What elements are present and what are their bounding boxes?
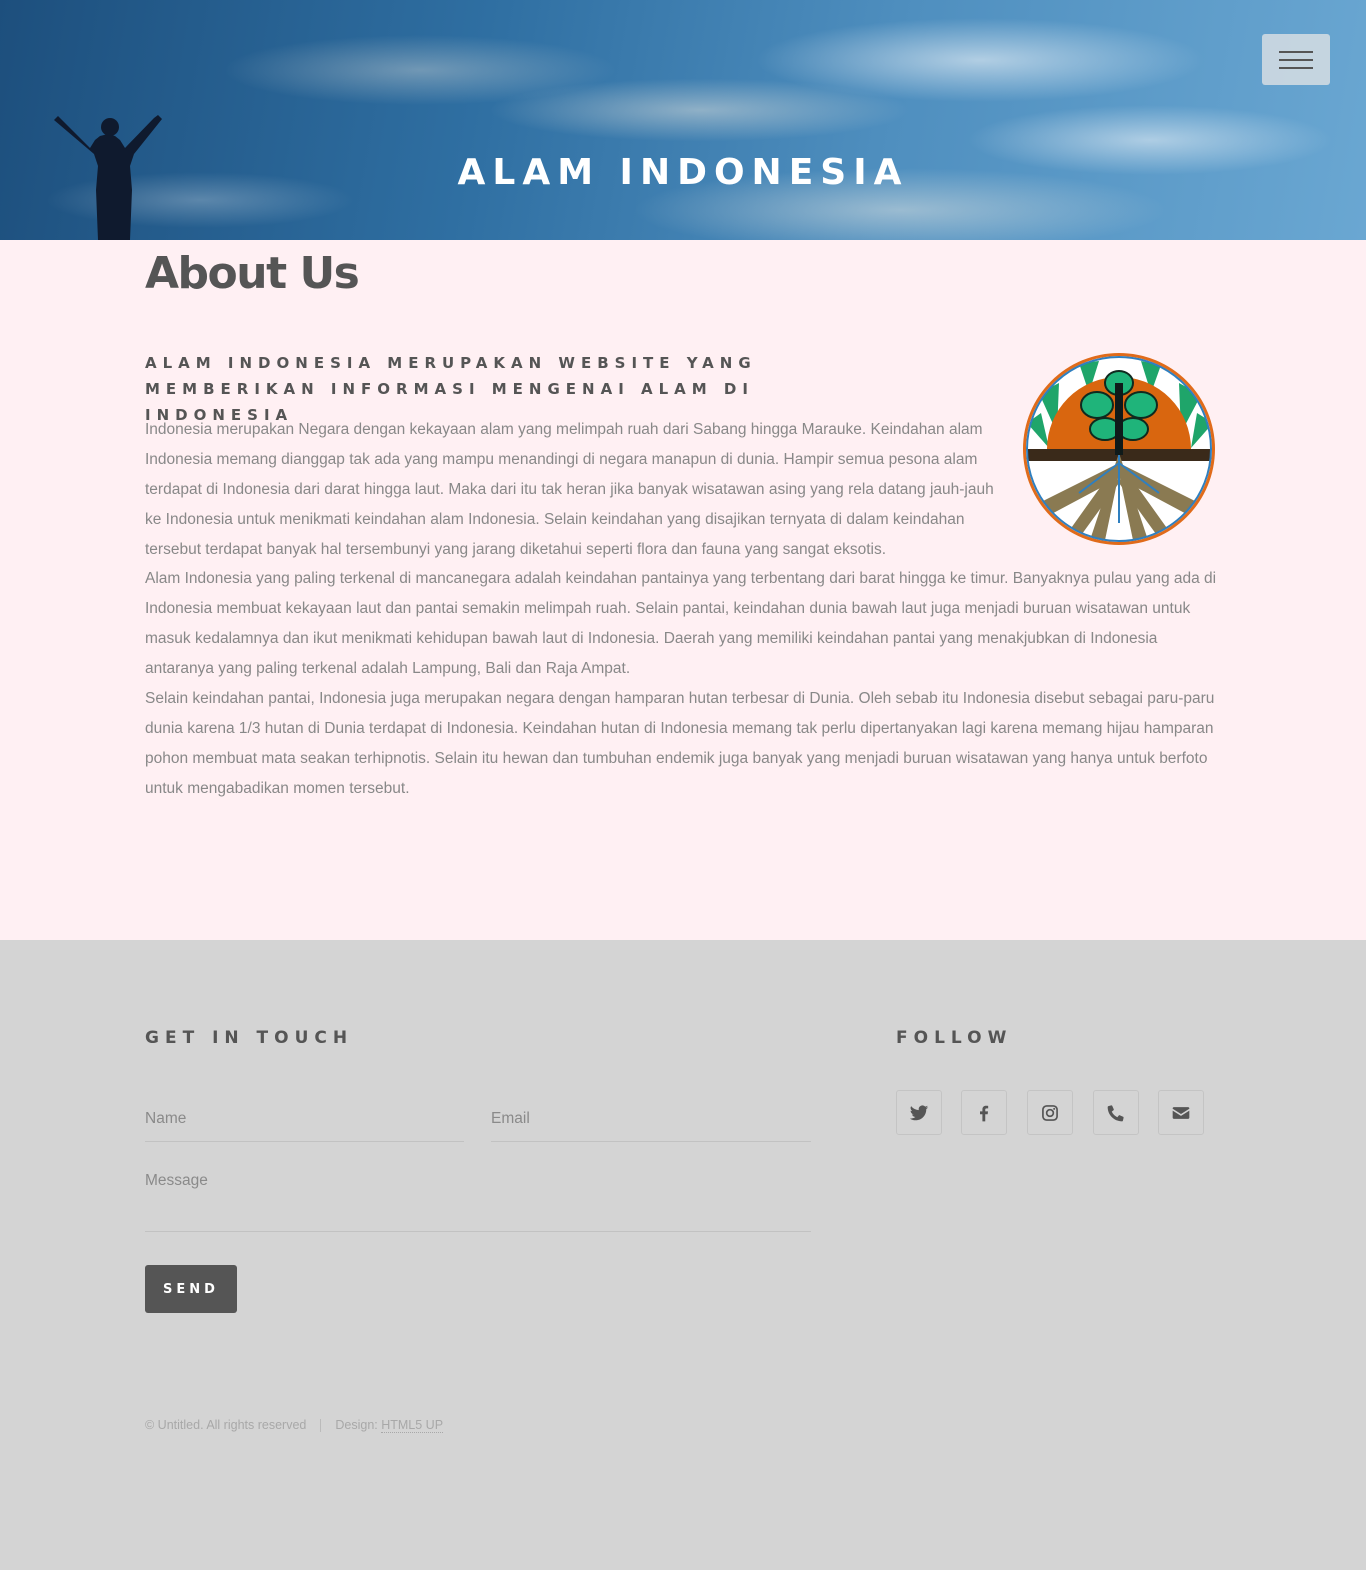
page-title: About Us <box>145 248 360 299</box>
about-paragraph: Alam Indonesia yang paling terkenal di m… <box>145 570 1217 677</box>
about-paragraph: Indonesia merupakan Negara dengan kekaya… <box>145 421 994 558</box>
menu-bar <box>1279 58 1313 61</box>
about-section: About Us ALAM INDONESIA MERUPAKAN WEBSIT… <box>0 240 1366 940</box>
envelope-icon[interactable] <box>1158 1090 1204 1135</box>
send-button[interactable]: SEND <box>145 1265 237 1313</box>
message-input[interactable] <box>145 1172 811 1232</box>
menu-bar <box>1279 66 1313 69</box>
header-banner: ALAM INDONESIA <box>0 0 1366 240</box>
footer: GET IN TOUCH SEND FOLLOW © Untitled. All… <box>0 940 1366 1570</box>
design-credit-link[interactable]: HTML5 UP <box>381 1418 444 1433</box>
follow-heading: FOLLOW <box>896 1028 1013 1048</box>
copyright-text: © Untitled. All rights reserved <box>145 1418 307 1432</box>
menu-bar <box>1279 50 1313 53</box>
about-paragraph: Selain keindahan pantai, Indonesia juga … <box>145 690 1215 797</box>
name-input[interactable] <box>145 1097 464 1142</box>
twitter-icon[interactable] <box>896 1090 942 1135</box>
site-title: ALAM INDONESIA <box>457 152 909 193</box>
instagram-icon[interactable] <box>1027 1090 1073 1135</box>
copyright-bar: © Untitled. All rights reserved Design: H… <box>145 1418 444 1433</box>
email-input[interactable] <box>491 1097 811 1142</box>
ministry-forestry-logo <box>1023 353 1215 545</box>
separator <box>320 1419 322 1433</box>
design-label: Design: <box>335 1418 378 1432</box>
hamburger-menu-icon[interactable] <box>1262 34 1330 85</box>
facebook-icon[interactable] <box>961 1090 1007 1135</box>
phone-icon[interactable] <box>1093 1090 1139 1135</box>
contact-heading: GET IN TOUCH <box>145 1028 354 1048</box>
